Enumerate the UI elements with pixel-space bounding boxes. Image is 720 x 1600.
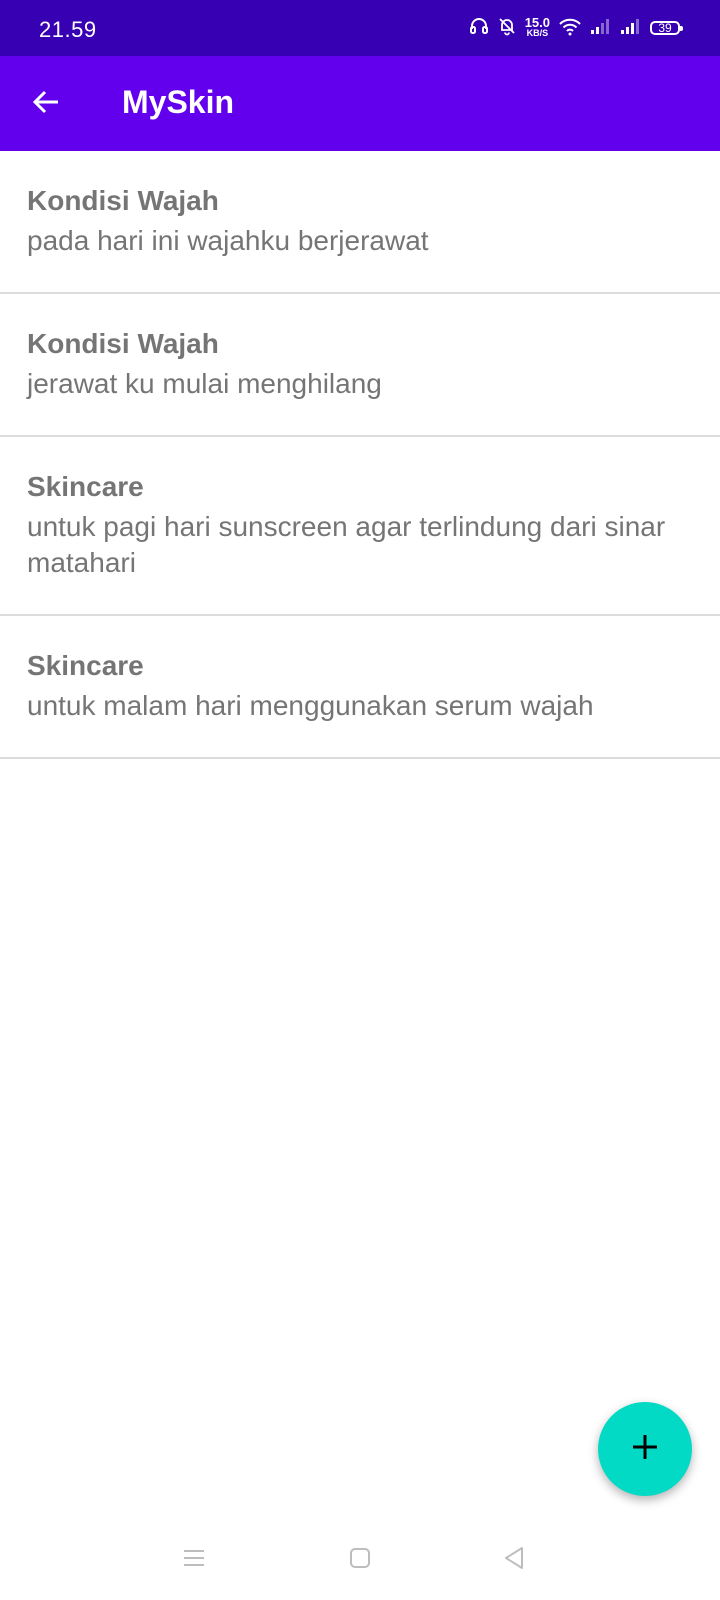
bell-off-icon [497, 16, 517, 41]
signal-icon [620, 16, 642, 41]
battery-icon: 39 [650, 21, 683, 35]
list-item[interactable]: Kondisi Wajah pada hari ini wajahku berj… [0, 151, 720, 294]
home-icon [348, 1546, 372, 1575]
signal-icon [590, 16, 612, 41]
net-speed-unit: KB/S [526, 28, 549, 38]
item-description: jerawat ku mulai menghilang [27, 368, 382, 399]
add-note-button[interactable] [598, 1402, 692, 1496]
menu-icon [182, 1547, 206, 1574]
list-item[interactable]: Kondisi Wajah jerawat ku mulai menghilan… [0, 294, 720, 437]
list-item[interactable]: Skincare untuk malam hari menggunakan se… [0, 616, 720, 759]
status-icons: 15.0 KB/S 39 [469, 14, 683, 42]
list-item[interactable]: Skincare untuk pagi hari sunscreen agar … [0, 437, 720, 616]
item-description: pada hari ini wajahku berjerawat [27, 225, 429, 256]
item-description: untuk pagi hari sunscreen agar terlindun… [27, 511, 666, 578]
item-description: untuk malam hari menggunakan serum wajah [27, 690, 594, 721]
system-back-button[interactable] [494, 1540, 534, 1580]
app-bar: MySkin [0, 56, 720, 151]
back-button[interactable] [22, 80, 70, 128]
net-speed: 15.0 KB/S [524, 15, 550, 38]
home-button[interactable] [340, 1540, 380, 1580]
back-icon [502, 1545, 526, 1576]
status-time: 21.59 [39, 17, 97, 42]
item-title: Skincare [27, 650, 144, 681]
arrow-back-icon [30, 86, 62, 123]
navigation-bar [0, 1532, 720, 1600]
battery-level: 39 [658, 21, 672, 35]
note-list: Kondisi Wajah pada hari ini wajahku berj… [0, 151, 720, 759]
plus-icon [630, 1432, 660, 1467]
net-speed-value: 15.0 [524, 15, 550, 30]
item-title: Kondisi Wajah [27, 185, 219, 216]
recent-apps-button[interactable] [174, 1540, 214, 1580]
status-bar: 21.59 15.0 KB/S 39 [0, 0, 720, 56]
page-title: MySkin [122, 84, 235, 120]
item-title: Skincare [27, 471, 144, 502]
item-title: Kondisi Wajah [27, 328, 219, 359]
wifi-icon [558, 16, 582, 41]
headphones-icon [469, 16, 489, 41]
